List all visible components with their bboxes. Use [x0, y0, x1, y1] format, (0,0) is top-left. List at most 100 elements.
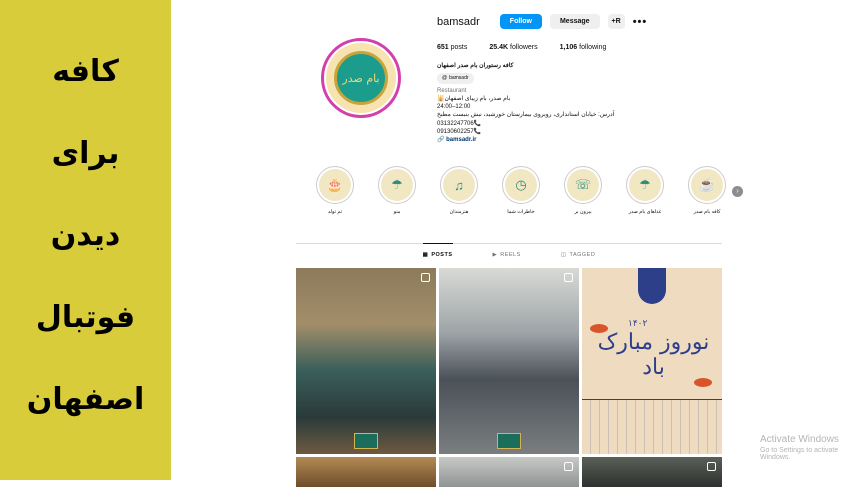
highlight-label: تم تولد [327, 209, 343, 215]
bio-link-text: bamsadr.ir [446, 137, 477, 144]
reels-icon: ▶ [492, 252, 498, 258]
follow-button[interactable]: Follow [499, 14, 542, 29]
windows-activation-watermark: Activate Windows Go to Settings to activ… [760, 434, 853, 461]
highlight-item[interactable]: ☂ منو [373, 166, 421, 215]
highlight-circle: 🎂 [316, 166, 354, 204]
highlight-item[interactable]: ◷ خاطرات شما [497, 166, 545, 215]
following-label: following [579, 44, 607, 51]
highlight-label: منو [393, 209, 401, 215]
promo-word-3: دیدن [50, 217, 121, 253]
highlight-circle: ☂ [626, 166, 664, 204]
following-count[interactable]: 1,106 following [560, 44, 607, 51]
promo-word-2: برای [51, 135, 120, 171]
highlight-label: کافه بام صدر [693, 209, 721, 215]
bio-line: بام صدر، بام زیبای اصفهان🕌 [437, 95, 511, 102]
umbrella-icon: ☂ [381, 169, 413, 201]
followers-number: 25.4K [489, 44, 509, 51]
post-thumbnail[interactable] [296, 268, 436, 454]
umbrella-icon: ☂ [629, 169, 661, 201]
posts-grid: نوروز مبارک باد ۱۴۰۲ [296, 268, 722, 487]
tab-tagged[interactable]: ◫ TAGGED [561, 244, 596, 258]
profile-tabs: ▦ POSTS ▶ REELS ◫ TAGGED [296, 243, 722, 258]
add-user-icon[interactable]: +R [607, 14, 625, 29]
city-skyline [582, 399, 722, 454]
link-icon: 🔗 [437, 137, 447, 144]
reel-icon [564, 462, 573, 471]
cake-icon: 🎂 [319, 169, 351, 201]
posts-label: posts [450, 44, 468, 51]
avatar-background: بام صدر [326, 43, 396, 113]
post-thumbnail[interactable] [439, 268, 579, 454]
grid-icon: ▦ [422, 252, 429, 258]
nowruz-badge [638, 268, 666, 304]
post-thumbnail[interactable] [439, 457, 579, 487]
more-options-icon[interactable]: ••• [633, 16, 648, 28]
tab-reels-label: REELS [500, 252, 521, 258]
tab-reels[interactable]: ▶ REELS [493, 244, 521, 258]
highlight-circle: ◷ [502, 166, 540, 204]
promo-word-5: اصفهان [26, 381, 145, 417]
profile-avatar[interactable]: بام صدر [321, 38, 401, 118]
post-thumbnail[interactable] [296, 457, 436, 487]
following-number: 1,106 [559, 44, 578, 51]
highlight-item[interactable]: ☂ غذاهای بام صدر [621, 166, 669, 215]
tab-posts-label: POSTS [431, 252, 453, 258]
highlight-item[interactable]: ☕ کافه بام صدر › [683, 166, 743, 215]
threads-badge[interactable]: @ bamsadr [437, 73, 474, 84]
profile-category: Restaurant [437, 87, 467, 94]
avatar-logo: بام صدر [334, 51, 388, 105]
tab-posts[interactable]: ▦ POSTS [422, 243, 453, 258]
followers-label: followers [510, 44, 538, 51]
highlight-circle: ♫ [440, 166, 478, 204]
posts-number: 651 [437, 44, 449, 51]
profile-stats: 651 posts 25.4K followers 1,106 followin… [437, 44, 606, 51]
coffee-icon: ☕ [691, 169, 723, 201]
tagged-icon: ◫ [560, 252, 567, 258]
highlight-circle: ☕ [688, 166, 726, 204]
highlight-item[interactable]: ♫ هنرمندان [435, 166, 483, 215]
bio-line: 24:00–12:00 [437, 104, 471, 111]
threads-label: bamsadr [449, 75, 469, 82]
watermark-title: Activate Windows [760, 434, 839, 445]
reel-icon [707, 462, 716, 471]
followers-count[interactable]: 25.4K followers [489, 44, 537, 51]
nowruz-text: نوروز مبارک باد [597, 330, 710, 380]
highlight-label: بیرون بر [574, 209, 592, 215]
posts-count: 651 posts [437, 44, 467, 51]
post-thumbnail[interactable]: نوروز مبارک باد ۱۴۰۲ [582, 268, 722, 454]
left-promo-panel: کافه برای دیدن فوتبال اصفهان [0, 0, 171, 480]
highlight-item[interactable]: ☏ بیرون بر [559, 166, 607, 215]
threads-icon: @ [442, 75, 448, 82]
logo-stamp [497, 433, 521, 449]
bio-line: 09130602257📞 [437, 129, 482, 136]
profile-bio: کافه رستوران بام صدر اصفهان @ bamsadr Res… [437, 62, 687, 145]
display-name: کافه رستوران بام صدر اصفهان [437, 63, 514, 69]
highlight-circle: ☂ [378, 166, 416, 204]
clock-icon: ◷ [505, 169, 537, 201]
tab-tagged-label: TAGGED [569, 252, 596, 258]
nowruz-year: ۱۴۰۲ [628, 318, 648, 328]
music-icon: ♫ [443, 169, 475, 201]
highlight-circle: ☏ [564, 166, 602, 204]
watermark-subtitle: Go to Settings to activate Windows. [760, 447, 839, 461]
story-highlights: 🎂 تم تولد ☂ منو ♫ هنرمندان ◷ خاطرات شما ☏ بیر… [311, 166, 743, 215]
logo-stamp [354, 433, 378, 449]
reel-icon [564, 273, 573, 282]
profile-username: bamsadr [437, 15, 480, 28]
next-arrow-icon[interactable]: › [732, 186, 743, 197]
bio-line: 03132247706📞 [437, 120, 482, 127]
promo-word-4: فوتبال [35, 299, 136, 335]
phone-icon: ☏ [567, 169, 599, 201]
highlight-label: غذاهای بام صدر [628, 209, 662, 215]
message-button[interactable]: Message [549, 14, 600, 29]
highlight-label: خاطرات شما [507, 209, 535, 215]
profile-header-row: bamsadr Follow Message +R ••• [437, 14, 647, 29]
reel-icon [421, 273, 430, 282]
promo-word-1: کافه [52, 53, 119, 89]
highlight-label: هنرمندان [449, 209, 469, 215]
highlight-item[interactable]: 🎂 تم تولد [311, 166, 359, 215]
post-thumbnail[interactable] [582, 457, 722, 487]
bio-line: آدرس: خیابان استانداری، روبروی بیمارستان… [437, 112, 615, 119]
instagram-profile: بام صدر bamsadr Follow Message +R ••• 65… [171, 0, 853, 487]
bio-link[interactable]: 🔗 bamsadr.ir [437, 136, 687, 144]
